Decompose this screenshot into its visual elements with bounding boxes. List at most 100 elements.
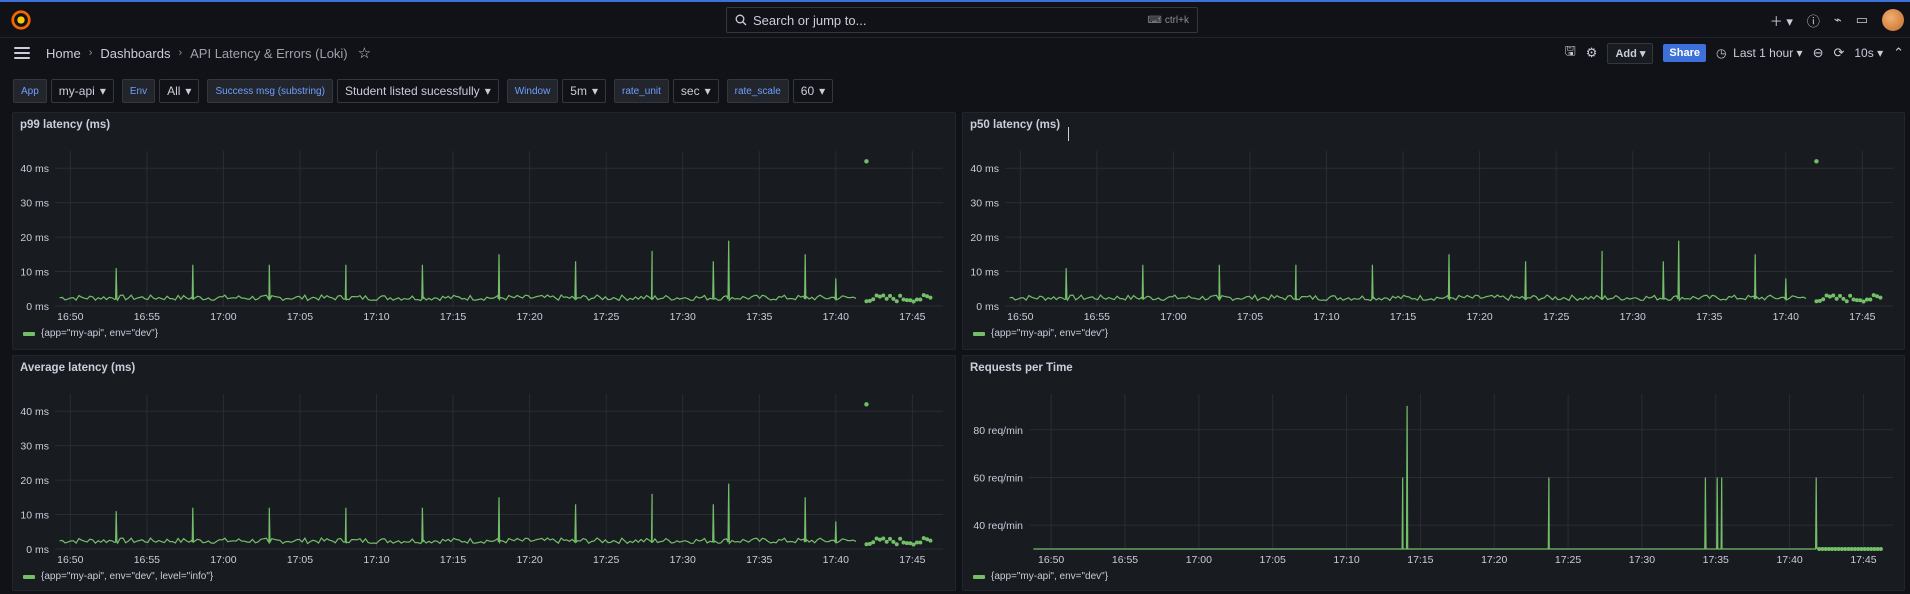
x-tick-label: 17:25 [1555, 554, 1581, 566]
top-right-icons: ＋ ▾ ⓘ ⌁ ▭ [1770, 2, 1910, 38]
variable-env: Env All ▾ [121, 79, 200, 103]
x-tick-label: 17:45 [1849, 311, 1875, 323]
data-point [891, 296, 896, 301]
y-tick-label: 20 ms [20, 475, 49, 487]
share-button[interactable]: Share [1663, 44, 1706, 62]
collapse-chevron-up-icon[interactable]: ⌃ [1893, 45, 1904, 61]
y-tick-label: 80 req/min [973, 425, 1023, 437]
data-point [894, 542, 899, 547]
panel-legend[interactable]: {app="my-api", env="dev", level="info"} [23, 571, 213, 582]
add-button[interactable]: Add ▾ [1607, 42, 1654, 64]
data-point [881, 293, 886, 298]
text-cursor [1068, 127, 1069, 141]
data-point [911, 299, 916, 304]
avatar[interactable] [1882, 9, 1904, 31]
news-feed-icon[interactable]: ⌁ [1834, 12, 1842, 28]
x-tick-label: 17:30 [670, 311, 696, 323]
refresh-icon[interactable]: ⟳ [1833, 45, 1844, 61]
x-tick-label: 17:05 [287, 554, 313, 566]
y-tick-label: 60 req/min [973, 472, 1023, 484]
y-tick-label: 20 ms [970, 232, 999, 244]
star-icon[interactable]: ☆ [358, 44, 371, 62]
data-point [871, 297, 876, 302]
x-tick-label: 17:40 [823, 554, 849, 566]
x-tick-label: 16:55 [1112, 554, 1138, 566]
time-picker[interactable]: ◷ Last 1 hour ▾ [1716, 46, 1803, 60]
panel-requests-per-time[interactable]: Requests per Time 40 req/min 60 req/min 80… [962, 355, 1905, 591]
x-tick-label: 16:50 [57, 311, 83, 323]
variable-select[interactable]: my-api ▾ [50, 79, 114, 103]
x-tick-label: 17:15 [1390, 311, 1416, 323]
x-tick-label: 17:15 [440, 311, 466, 323]
x-tick-label: 16:50 [1038, 554, 1064, 566]
variable-select[interactable]: 60 ▾ [792, 79, 834, 103]
panel-average-latency[interactable]: Average latency (ms) 0 ms 10 ms 20 ms 30 ms… [12, 355, 956, 591]
data-point [898, 293, 903, 298]
variable-select[interactable]: sec ▾ [672, 79, 719, 103]
x-tick-label: 17:40 [1776, 554, 1802, 566]
x-tick-label: 17:00 [210, 311, 236, 323]
y-tick-label: 30 ms [970, 198, 999, 210]
x-tick-label: 17:20 [1481, 554, 1507, 566]
legend-label: {app="my-api", env="dev", level="info"} [41, 571, 214, 582]
save-icon[interactable]: 🖫 [1565, 42, 1576, 64]
zoom-out-icon[interactable]: ⊖ [1813, 45, 1824, 61]
variable-value: 60 [800, 84, 815, 98]
variable-select[interactable]: 5m ▾ [562, 79, 606, 103]
x-tick-label: 17:35 [1703, 554, 1729, 566]
x-tick-label: 17:00 [210, 554, 236, 566]
y-tick-label: 0 ms [26, 301, 49, 313]
x-tick-label: 17:20 [516, 554, 542, 566]
keyboard-icon: ⌨ [1147, 14, 1162, 26]
variable-label: rate_unit [614, 79, 669, 103]
y-tick-label: 10 ms [20, 267, 49, 279]
breadcrumb-home[interactable]: Home [46, 46, 81, 61]
panel-p50-latency[interactable]: p50 latency (ms) 0 ms 10 ms 20 ms 30 ms 40 m… [962, 112, 1905, 350]
x-tick-label: 17:40 [1773, 311, 1799, 323]
y-tick-label: 0 ms [976, 301, 999, 313]
x-tick-label: 17:20 [516, 311, 542, 323]
data-point [928, 538, 933, 543]
search-input[interactable]: Search or jump to... ⌨ ctrl+k [726, 7, 1198, 33]
legend-swatch [973, 574, 985, 579]
help-icon[interactable]: ⓘ [1807, 11, 1820, 30]
breadcrumb-dashboards[interactable]: Dashboards [100, 46, 170, 61]
data-point [884, 539, 889, 544]
dock-menu-icon[interactable]: ▭ [1856, 12, 1868, 28]
new-plus-icon[interactable]: ＋ ▾ [1770, 11, 1793, 30]
data-point [1851, 297, 1856, 302]
gear-icon[interactable]: ⚙ [1586, 45, 1598, 61]
x-tick-label: 17:35 [1696, 311, 1722, 323]
x-tick-label: 17:10 [363, 311, 389, 323]
refresh-interval-picker[interactable]: 10s ▾ [1854, 46, 1883, 60]
panel-legend[interactable]: {app="my-api", env="dev"} [23, 328, 158, 339]
dashboard-navbar: Home › Dashboards › API Latency & Errors… [0, 38, 1910, 68]
series-line [59, 240, 857, 302]
x-tick-label: 17:00 [1160, 311, 1186, 323]
y-tick-label: 10 ms [970, 267, 999, 279]
x-tick-label: 17:40 [823, 311, 849, 323]
y-tick-label: 0 ms [26, 544, 49, 556]
variable-value: All [167, 84, 181, 98]
data-point [871, 540, 876, 545]
data-point [1861, 299, 1866, 304]
y-tick-label: 40 ms [20, 163, 49, 175]
panel-p99-latency[interactable]: p99 latency (ms) 0 ms 10 ms 20 ms 30 ms 40 m… [12, 112, 956, 350]
variable-select[interactable]: Student listed sucessfully ▾ [336, 79, 499, 103]
legend-label: {app="my-api", env="dev"} [991, 328, 1109, 339]
y-tick-label: 40 ms [20, 406, 49, 418]
add-label: Add [1615, 47, 1637, 60]
data-point [918, 297, 923, 302]
data-point [888, 536, 893, 541]
menu-icon[interactable] [14, 47, 30, 59]
x-tick-label: 17:10 [1333, 554, 1359, 566]
data-point [864, 402, 869, 407]
variable-value: my-api [58, 84, 95, 98]
panel-legend[interactable]: {app="my-api", env="dev"} [973, 571, 1108, 582]
data-point [898, 536, 903, 541]
panel-legend[interactable]: {app="my-api", env="dev"} [973, 328, 1108, 339]
chart-average-latency: 0 ms 10 ms 20 ms 30 ms 40 ms 16:50 16:55 17:00 1… [20, 394, 943, 566]
x-tick-label: 16:55 [134, 311, 160, 323]
variable-select[interactable]: All ▾ [159, 79, 200, 103]
grafana-logo-icon[interactable] [10, 9, 32, 31]
